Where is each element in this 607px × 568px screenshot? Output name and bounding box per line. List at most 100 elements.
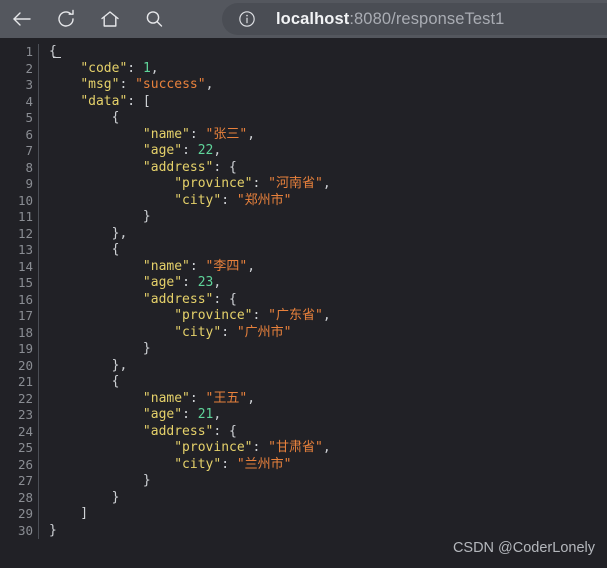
code-line-content: { <box>38 374 607 391</box>
code-line-content: "age": 23, <box>38 275 607 292</box>
token-key: "address" <box>142 291 214 307</box>
code-line: 7 "age": 22, <box>0 143 607 160</box>
url-text[interactable]: localhost:8080/responseTest1 <box>276 10 504 29</box>
token-punct: : { <box>213 291 237 307</box>
line-number: 11 <box>17 209 33 224</box>
line-number: 2 <box>25 60 33 76</box>
line-number: 26 <box>17 456 33 472</box>
token-punct <box>49 424 143 439</box>
token-punct: } <box>49 473 151 488</box>
search-button[interactable] <box>132 0 176 38</box>
token-punct <box>49 457 174 472</box>
url-host: localhost <box>276 9 350 28</box>
line-number: 21 <box>17 374 33 389</box>
code-line-content: "name": "张三", <box>38 126 607 143</box>
info-icon[interactable] <box>236 8 258 30</box>
token-punct: : <box>119 77 136 92</box>
token-punct: ] <box>49 506 89 521</box>
token-key: "age" <box>142 275 183 290</box>
line-number: 27 <box>17 473 33 488</box>
code-line: 4 "data": [ <box>0 93 607 110</box>
token-key: "name" <box>142 126 190 142</box>
token-punct: }, <box>49 357 128 373</box>
token-str: "王五" <box>205 390 248 406</box>
code-line: 5 { <box>0 110 607 127</box>
token-num: 22 <box>197 143 214 158</box>
line-number: 22 <box>17 390 33 406</box>
token-str: "广东省" <box>268 308 323 323</box>
code-line: 27 } <box>0 473 607 490</box>
code-line: 11 } <box>0 209 607 226</box>
code-area: 1{2 "code": 1, 3 "msg": "success", 4 "data… <box>0 38 607 539</box>
token-punct: : <box>221 324 237 340</box>
line-number: 30 <box>17 522 33 538</box>
watermark: CSDN @CoderLonely <box>452 540 595 556</box>
code-line: 16 "address": { <box>0 291 607 308</box>
line-number: 4 <box>25 93 33 109</box>
token-str: "广州市" <box>236 324 292 340</box>
token-num: 1 <box>142 60 151 76</box>
code-line: 20 }, <box>0 357 607 374</box>
token-punct: } <box>49 522 57 538</box>
code-line: 18 "city": "广州市" <box>0 324 607 341</box>
code-line: 12 }, <box>0 225 607 242</box>
url-path: :8080/responseTest1 <box>349 9 505 28</box>
token-punct <box>49 259 143 274</box>
token-punct: : <box>189 126 206 142</box>
line-number: 24 <box>17 423 33 439</box>
code-line: 19 } <box>0 341 607 358</box>
code-line: 22 "name": "王五", <box>0 390 607 407</box>
code-line-content: "code": 1, <box>38 60 607 77</box>
home-button[interactable] <box>88 0 132 38</box>
token-key: "address" <box>142 159 214 175</box>
token-punct: } <box>49 209 151 224</box>
home-icon <box>98 7 122 31</box>
code-line-content: }, <box>38 357 607 374</box>
token-punct: : <box>252 308 269 323</box>
code-line: 21 { <box>0 374 607 391</box>
code-line-content: "city": "广州市" <box>38 324 607 341</box>
token-punct: : <box>182 275 198 290</box>
reload-button[interactable] <box>44 0 88 38</box>
token-key: "city" <box>174 324 222 340</box>
code-line-content: "province": "甘肃省", <box>38 440 607 457</box>
line-number: 17 <box>17 308 33 323</box>
token-key: "province" <box>174 176 253 191</box>
code-line: 9 "province": "河南省", <box>0 176 607 193</box>
back-button[interactable] <box>0 0 44 38</box>
token-punct: { <box>49 110 120 125</box>
token-num: 23 <box>197 275 214 290</box>
code-line: 15 "age": 23, <box>0 275 607 292</box>
token-punct <box>49 292 143 307</box>
code-line: 17 "province": "广东省", <box>0 308 607 325</box>
code-line-content: { <box>38 44 607 61</box>
code-line: 26 "city": "兰州市" <box>0 456 607 473</box>
token-punct: , <box>247 258 256 274</box>
token-punct: : <box>252 440 269 455</box>
token-punct: { <box>49 242 120 257</box>
code-line: 6 "name": "张三", <box>0 126 607 143</box>
code-line: 25 "province": "甘肃省", <box>0 440 607 457</box>
token-num: 21 <box>197 407 214 422</box>
line-number: 15 <box>17 275 33 290</box>
line-number: 16 <box>17 291 33 307</box>
code-line: 14 "name": "李四", <box>0 258 607 275</box>
code-line-content: } <box>38 489 607 506</box>
token-key: "age" <box>142 143 183 158</box>
token-key: "city" <box>174 192 222 208</box>
address-bar[interactable]: localhost:8080/responseTest1 <box>222 3 607 35</box>
code-line-content: "age": 22, <box>38 143 607 160</box>
line-number: 28 <box>17 489 33 505</box>
token-punct <box>49 275 143 290</box>
line-number: 18 <box>17 324 33 340</box>
json-response-viewer[interactable]: 1{2 "code": 1, 3 "msg": "success", 4 "data… <box>0 38 607 568</box>
code-line-content: "city": "兰州市" <box>38 456 607 473</box>
line-number: 19 <box>17 341 33 356</box>
token-punct <box>49 391 143 406</box>
token-punct: , <box>213 275 222 290</box>
code-line: 3 "msg": "success", <box>0 77 607 94</box>
code-line-content: "age": 21, <box>38 407 607 424</box>
code-line-content: } <box>38 341 607 358</box>
code-line-content: "name": "李四", <box>38 258 607 275</box>
line-number: 12 <box>17 225 33 241</box>
